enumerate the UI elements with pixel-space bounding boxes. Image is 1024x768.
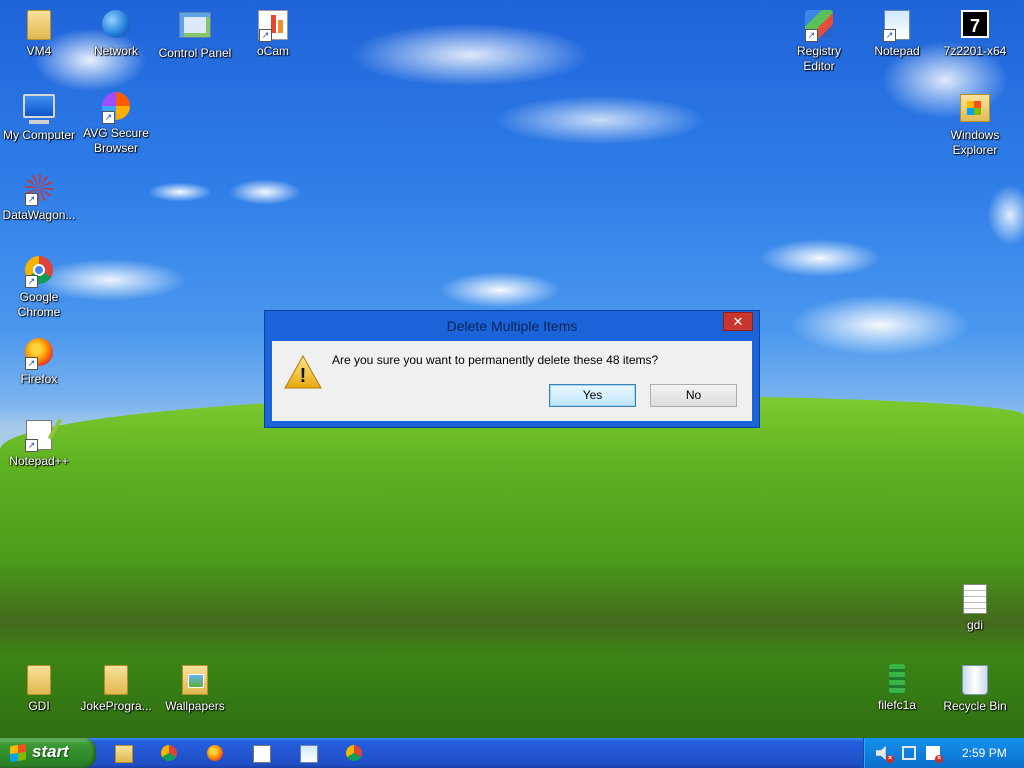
folder-icon	[23, 665, 55, 697]
desktop-icon-vm4[interactable]: VM4	[0, 8, 78, 59]
folder-icon	[179, 665, 211, 697]
control-panel-icon	[179, 12, 211, 44]
folder-icon	[100, 665, 132, 697]
shortcut-arrow-icon: ↗	[883, 29, 896, 42]
quicklaunch-firefox-icon[interactable]	[207, 745, 223, 761]
desktop-icon-my-computer[interactable]: My Computer	[0, 90, 78, 143]
desktop-icon-label: Registry Editor	[796, 44, 841, 73]
desktop-icon-label: Wallpapers	[165, 699, 225, 713]
close-button[interactable]: ✕	[723, 312, 753, 331]
dialog-body: ! Are you sure you want to permanently d…	[272, 341, 752, 421]
shortcut-arrow-icon: ↗	[259, 29, 272, 42]
firefox-icon: ↗	[23, 338, 55, 370]
desktop-icon-label: 7z2201-x64	[943, 44, 1007, 58]
folder-icon	[23, 10, 55, 42]
desktop-icon-network[interactable]: Network	[77, 8, 155, 59]
quicklaunch-chrome-icon-2[interactable]	[346, 745, 362, 761]
ocam-icon: ↗	[257, 10, 289, 42]
shortcut-arrow-icon: ↗	[25, 439, 38, 452]
7zip-icon: 7	[959, 10, 991, 42]
desktop-icon-filefc1a[interactable]: filefc1a	[858, 663, 936, 713]
desktop-icon-wallpapers[interactable]: Wallpapers	[156, 663, 234, 714]
desktop-icon-label: Firefox	[20, 372, 58, 386]
start-label: start	[32, 742, 69, 761]
shortcut-arrow-icon: ↗	[102, 111, 115, 124]
shortcut-arrow-icon: ↗	[25, 357, 38, 370]
desktop-icon-datawagon[interactable]: ↗ DataWagon...	[0, 172, 78, 223]
quicklaunch-notepad-icon[interactable]	[300, 745, 318, 763]
desktop-icon-label: Network	[93, 44, 138, 58]
windows-logo-icon	[10, 743, 26, 763]
desktop-icon-gdi-file[interactable]: gdi	[936, 582, 1014, 633]
desktop-icon-label: Control Panel	[158, 46, 232, 60]
desktop-icon-registry-editor[interactable]: ↗ Registry Editor	[780, 8, 858, 74]
desktop-icon-jokeprogra[interactable]: JokeProgra...	[77, 663, 155, 714]
computer-icon	[23, 94, 55, 126]
dialog-title: Delete Multiple Items	[446, 318, 578, 334]
taskbar-clock[interactable]: 2:59 PM	[962, 746, 1007, 760]
alert-x-icon: ×	[935, 755, 943, 763]
warning-mark: !	[299, 365, 307, 387]
desktop-icon-label: DataWagon...	[2, 208, 76, 222]
desktop-icon-label: VM4	[26, 44, 52, 58]
desktop-icon-label: GDI	[28, 699, 50, 713]
desktop-icon-control-panel[interactable]: Control Panel	[156, 8, 234, 61]
taskbar: start × × 2:59 PM	[0, 738, 1024, 768]
chrome-icon: ↗	[23, 256, 55, 288]
quicklaunch-chrome-icon[interactable]	[161, 745, 177, 761]
no-button[interactable]: No	[650, 384, 737, 407]
desktop-icon-label: gdi	[966, 618, 983, 632]
registry-editor-icon: ↗	[803, 10, 835, 42]
recycle-bin-icon	[959, 665, 991, 697]
notepadpp-icon: ↗	[23, 420, 55, 452]
desktop-icon-label: Notepad++	[9, 454, 69, 468]
delete-confirm-dialog: Delete Multiple Items ✕ ! Are you sure y…	[264, 310, 760, 428]
desktop-icon-7zip[interactable]: 7 7z2201-x64	[936, 8, 1014, 59]
shortcut-arrow-icon: ↗	[805, 29, 818, 42]
shortcut-arrow-icon: ↗	[25, 193, 38, 206]
desktop-icon-label: filefc1a	[877, 698, 917, 712]
desktop-icon-notepadpp[interactable]: ↗ Notepad++	[0, 418, 78, 469]
desktop-icon-recycle-bin[interactable]: Recycle Bin	[936, 663, 1014, 714]
desktop-icon-label: Recycle Bin	[943, 699, 1007, 713]
datawagon-icon: ↗	[23, 174, 55, 206]
desktop-icon-firefox[interactable]: ↗ Firefox	[0, 336, 78, 387]
desktop-icon-label: oCam	[256, 44, 289, 58]
quicklaunch-notepadpp-icon[interactable]	[253, 745, 271, 763]
shortcut-arrow-icon: ↗	[25, 275, 38, 288]
notepad-icon: ↗	[881, 10, 913, 42]
yes-button[interactable]: Yes	[549, 384, 636, 407]
desktop-icon-ocam[interactable]: ↗ oCam	[234, 8, 312, 59]
desktop-icon-label: My Computer	[2, 128, 76, 142]
desktop-icon-notepad[interactable]: ↗ Notepad	[858, 8, 936, 59]
executable-icon	[881, 664, 913, 696]
network-disconnected-icon[interactable]	[902, 746, 916, 760]
desktop-icon-gdi-folder[interactable]: GDI	[0, 663, 78, 714]
dialog-message: Are you sure you want to permanently del…	[332, 353, 659, 367]
desktop-icon-label: Google Chrome	[17, 290, 61, 319]
system-tray: × × 2:59 PM	[863, 738, 1024, 768]
windows-explorer-icon	[959, 94, 991, 126]
action-center-icon[interactable]: ×	[926, 746, 943, 763]
desktop-icon-label: AVG Secure Browser	[83, 126, 149, 155]
network-icon	[100, 10, 132, 42]
desktop-icon-label: Windows Explorer	[950, 128, 1000, 157]
desktop-icon-label: JokeProgra...	[80, 699, 152, 713]
warning-icon: !	[284, 354, 322, 389]
muted-x-icon: ×	[886, 755, 894, 763]
desktop-icon-chrome[interactable]: ↗ Google Chrome	[0, 254, 78, 320]
desktop-icon-label: Notepad	[874, 44, 920, 58]
document-icon	[959, 584, 991, 616]
start-button[interactable]: start	[0, 738, 96, 768]
avg-browser-icon: ↗	[100, 92, 132, 124]
desktop-icon-windows-explorer[interactable]: Windows Explorer	[936, 90, 1014, 158]
dialog-titlebar[interactable]: Delete Multiple Items ✕	[265, 311, 759, 341]
desktop-icon-avg-browser[interactable]: ↗ AVG Secure Browser	[77, 90, 155, 156]
quicklaunch-explorer-icon[interactable]	[115, 745, 133, 763]
